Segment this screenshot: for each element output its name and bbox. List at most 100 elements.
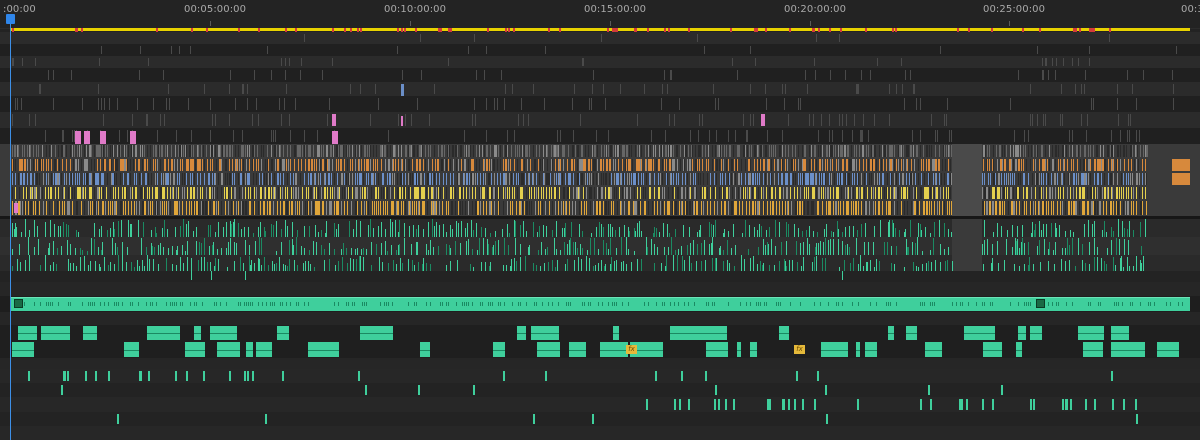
clip[interactable]: [155, 159, 156, 171]
waveform[interactable]: [588, 302, 589, 306]
clip[interactable]: [765, 173, 766, 185]
clip[interactable]: [718, 98, 719, 110]
clip[interactable]: [295, 98, 296, 110]
clip[interactable]: [718, 399, 720, 410]
clip[interactable]: [58, 226, 59, 237]
clip[interactable]: [845, 227, 846, 237]
clip[interactable]: [934, 201, 935, 215]
clip[interactable]: [769, 227, 770, 237]
clip[interactable]: [514, 159, 515, 171]
clip[interactable]: [800, 187, 801, 199]
clip[interactable]: [806, 187, 807, 199]
clip[interactable]: [1032, 173, 1033, 185]
clip[interactable]: [579, 224, 580, 237]
clip[interactable]: [243, 173, 244, 185]
clip[interactable]: [591, 98, 592, 110]
waveform[interactable]: [266, 302, 267, 306]
clip[interactable]: [794, 224, 795, 237]
clip[interactable]: [910, 70, 911, 80]
clip[interactable]: [881, 159, 882, 171]
clip[interactable]: [226, 248, 227, 255]
clip[interactable]: [1126, 173, 1127, 185]
clip[interactable]: [608, 145, 609, 157]
clip[interactable]: [271, 145, 272, 157]
clip[interactable]: [1030, 84, 1031, 94]
waveform[interactable]: [24, 302, 25, 306]
clip[interactable]: [846, 173, 847, 185]
clip[interactable]: [907, 187, 908, 199]
clip[interactable]: [183, 145, 184, 157]
clip[interactable]: [542, 201, 543, 215]
clip[interactable]: [622, 187, 623, 199]
waveform[interactable]: [100, 302, 101, 306]
clip[interactable]: [867, 262, 868, 271]
clip[interactable]: [464, 145, 465, 157]
clip[interactable]: [1135, 399, 1137, 410]
clip[interactable]: [397, 173, 398, 185]
clip[interactable]: [853, 258, 854, 271]
clip[interactable]: [262, 187, 263, 199]
clip[interactable]: [1032, 222, 1033, 237]
clip[interactable]: [494, 173, 495, 185]
clip[interactable]: [1002, 201, 1003, 215]
clip[interactable]: [554, 238, 555, 255]
clip[interactable]: [715, 145, 716, 157]
clip[interactable]: [417, 98, 418, 110]
clip[interactable]: [204, 173, 205, 185]
clip[interactable]: [745, 173, 746, 185]
clip[interactable]: [322, 159, 324, 171]
clip[interactable]: [1001, 226, 1002, 237]
clip[interactable]: [410, 173, 411, 185]
clip[interactable]: [326, 201, 327, 215]
clip[interactable]: [497, 98, 498, 110]
clip[interactable]: [614, 261, 615, 271]
clip[interactable]: [1067, 238, 1068, 255]
clip[interactable]: [1062, 399, 1064, 410]
waveform[interactable]: [352, 302, 353, 306]
clip[interactable]: [120, 201, 122, 215]
clip[interactable]: [739, 145, 740, 157]
clip[interactable]: [103, 187, 104, 199]
clip[interactable]: [375, 159, 376, 171]
clip[interactable]: [671, 145, 672, 157]
clip[interactable]: [305, 145, 306, 157]
clip[interactable]: [378, 201, 379, 215]
waveform[interactable]: [194, 302, 195, 306]
clip[interactable]: [224, 187, 225, 199]
clip[interactable]: [48, 187, 49, 199]
clip[interactable]: [903, 159, 904, 171]
waveform[interactable]: [656, 302, 657, 306]
clip[interactable]: [385, 229, 386, 237]
clip[interactable]: [168, 248, 169, 255]
clip[interactable]: [838, 239, 839, 255]
clip[interactable]: [500, 173, 501, 185]
clip[interactable]: [757, 264, 758, 271]
clip[interactable]: [267, 145, 268, 157]
clip[interactable]: [413, 225, 414, 237]
clip[interactable]: [424, 187, 425, 199]
clip[interactable]: [450, 159, 451, 171]
clip[interactable]: [575, 201, 576, 215]
clip[interactable]: [134, 173, 135, 185]
clip[interactable]: [688, 399, 690, 410]
clip[interactable]: [541, 242, 542, 255]
clip[interactable]: [84, 201, 85, 215]
clip[interactable]: [949, 130, 950, 142]
clip[interactable]: [56, 264, 57, 271]
clip[interactable]: [474, 34, 475, 42]
clip[interactable]: [162, 201, 163, 215]
clip[interactable]: [1033, 201, 1034, 215]
waveform[interactable]: [1182, 302, 1183, 306]
gap-region[interactable]: [952, 186, 982, 200]
clip[interactable]: [606, 159, 608, 171]
clip[interactable]: [630, 187, 631, 199]
waveform[interactable]: [82, 302, 83, 306]
clip[interactable]: [1014, 264, 1015, 271]
clip[interactable]: [665, 130, 666, 142]
clip[interactable]: [265, 414, 267, 424]
clip[interactable]: [352, 187, 353, 199]
clip[interactable]: [792, 260, 793, 271]
clip[interactable]: [149, 259, 150, 271]
clip[interactable]: [20, 173, 22, 185]
clip[interactable]: [332, 187, 333, 199]
